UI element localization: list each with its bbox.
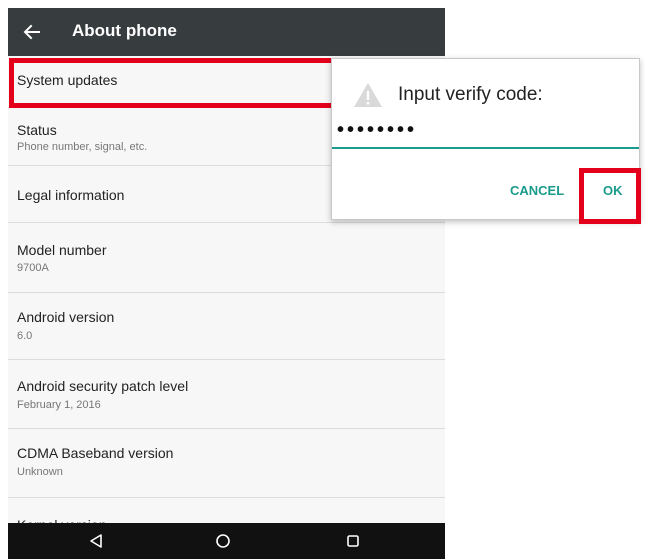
list-item-title: Android security patch level: [17, 378, 189, 394]
app-bar: About phone: [8, 8, 445, 56]
nav-home-button[interactable]: [209, 529, 237, 553]
cancel-button[interactable]: CANCEL: [510, 183, 564, 198]
nav-recents-icon: [347, 535, 359, 547]
nav-back-icon: [90, 534, 102, 548]
dialog-title: Input verify code:: [398, 84, 543, 105]
list-item-title: Model number: [17, 242, 107, 258]
nav-recents-button[interactable]: [339, 529, 367, 553]
list-item-android-version[interactable]: Android version 6.0: [8, 292, 445, 360]
verify-code-input[interactable]: ••••••••: [332, 119, 639, 149]
list-item-title: CDMA Baseband version: [17, 445, 174, 461]
page-title: About phone: [72, 21, 177, 40]
list-item-title: Android version: [17, 309, 115, 325]
list-item-subtitle: Unknown: [17, 466, 63, 478]
list-item-title: Status: [17, 122, 57, 138]
list-item-model-number[interactable]: Model number 9700A: [8, 222, 445, 293]
warning-icon: [354, 83, 382, 107]
highlight-box-ok: [579, 168, 641, 224]
list-item-baseband-version[interactable]: CDMA Baseband version Unknown: [8, 428, 445, 498]
nav-home-icon: [216, 534, 230, 548]
back-button[interactable]: [18, 18, 46, 46]
nav-back-button[interactable]: [82, 529, 110, 553]
list-item-subtitle: February 1, 2016: [17, 399, 101, 411]
list-item-title: Legal information: [17, 187, 125, 203]
list-item-subtitle: 9700A: [17, 262, 49, 274]
list-item-subtitle: Phone number, signal, etc.: [17, 141, 148, 153]
arrow-back-icon: [23, 24, 40, 40]
navigation-bar: [8, 523, 445, 559]
list-item-security-patch-level[interactable]: Android security patch level February 1,…: [8, 359, 445, 429]
verify-code-value: ••••••••: [337, 119, 418, 141]
list-item-subtitle: 6.0: [17, 330, 33, 342]
